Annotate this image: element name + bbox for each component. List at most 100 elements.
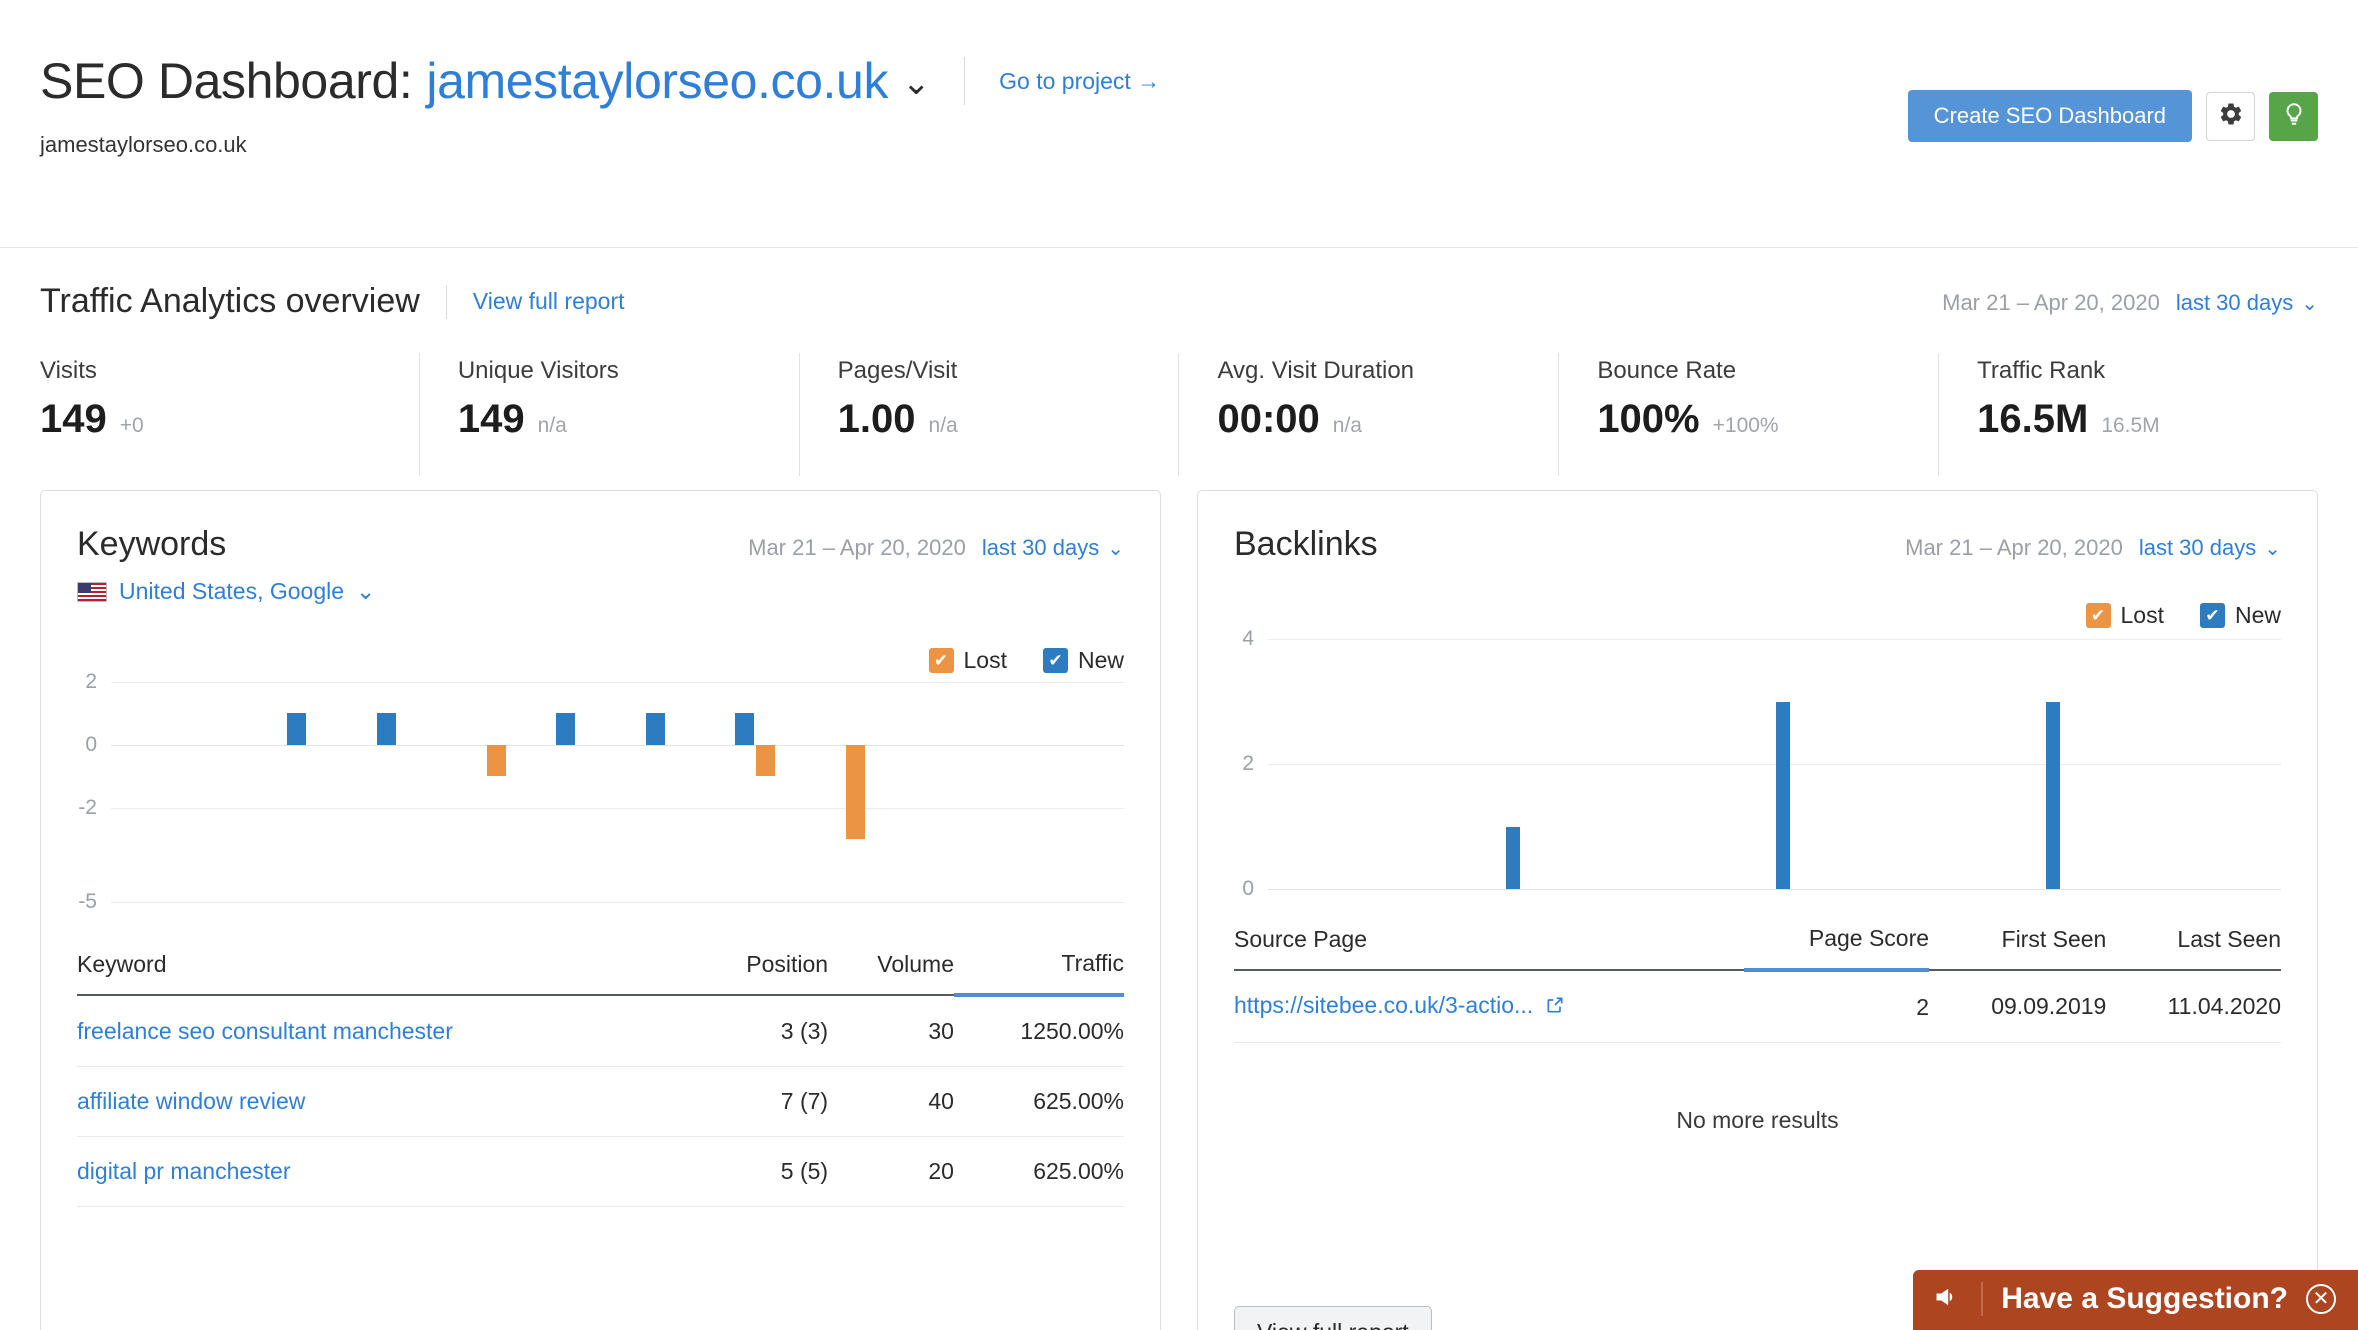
chart-bar[interactable] bbox=[735, 713, 755, 745]
cell-volume: 20 bbox=[828, 1136, 954, 1207]
backlinks-date-range: Mar 21 – Apr 20, 2020 bbox=[1905, 535, 2123, 560]
chart-bar[interactable] bbox=[376, 713, 396, 745]
lightbulb-icon bbox=[2281, 101, 2307, 132]
gridline bbox=[111, 744, 1124, 746]
external-link-icon[interactable] bbox=[1545, 994, 1565, 1021]
gridline bbox=[111, 682, 1124, 683]
chart-bar[interactable] bbox=[756, 744, 776, 777]
source-page-link[interactable]: https://sitebee.co.uk/3-actio... bbox=[1234, 992, 1533, 1018]
chart-bar[interactable] bbox=[286, 713, 306, 745]
keywords-date-range-controls: Mar 21 – Apr 20, 2020 last 30 days ⌄ bbox=[748, 535, 1124, 561]
keywords-table-wrap: Keyword Position Volume Traffic freelanc… bbox=[41, 936, 1160, 1207]
create-seo-dashboard-button[interactable]: Create SEO Dashboard bbox=[1907, 90, 2192, 142]
checkbox-checked-icon: ✔ bbox=[2199, 603, 2225, 628]
table-row: digital pr manchester 5 (5) 20 625.00% bbox=[77, 1136, 1124, 1207]
cell-position: 7 (7) bbox=[693, 1066, 829, 1137]
legend-lost-label: Lost bbox=[963, 647, 1007, 673]
metric-value: 100% bbox=[1597, 397, 1700, 441]
gridline bbox=[1268, 764, 2281, 765]
page-title-domain[interactable]: jamestaylorseo.co.uk bbox=[426, 53, 888, 109]
legend-lost[interactable]: ✔ Lost bbox=[2085, 602, 2164, 629]
col-page-score[interactable]: Page Score bbox=[1743, 911, 1930, 972]
chart-bar[interactable] bbox=[2046, 701, 2061, 889]
metric-delta: +100% bbox=[1712, 414, 1779, 437]
legend-new[interactable]: ✔ New bbox=[1042, 647, 1124, 674]
cards-row: Keywords Mar 21 – Apr 20, 2020 last 30 d… bbox=[0, 490, 2358, 1330]
cell-position: 5 (5) bbox=[693, 1136, 829, 1207]
page-title: SEO Dashboard: jamestaylorseo.co.uk ⌄ bbox=[40, 52, 931, 110]
megaphone-icon bbox=[1931, 1283, 1963, 1316]
keyword-link[interactable]: affiliate window review bbox=[77, 1088, 305, 1114]
traffic-view-full-report-link[interactable]: View full report bbox=[473, 288, 625, 315]
chevron-down-icon: ⌄ bbox=[356, 578, 376, 604]
keyword-link[interactable]: digital pr manchester bbox=[77, 1158, 291, 1184]
cell-keyword: affiliate window review bbox=[77, 1066, 694, 1137]
cell-first-seen: 09.09.2019 bbox=[1929, 970, 2107, 1043]
metric-traffic-rank: Traffic Rank 16.5M 16.5M bbox=[1939, 353, 2318, 476]
metric-label: Unique Visitors bbox=[457, 357, 619, 384]
table-row: freelance seo consultant manchester 3 (3)… bbox=[77, 995, 1124, 1067]
ideas-button[interactable] bbox=[2269, 91, 2318, 141]
legend-lost-label: Lost bbox=[2120, 602, 2164, 628]
metric-delta: n/a bbox=[1332, 414, 1362, 437]
cell-volume: 30 bbox=[828, 995, 954, 1067]
page-title-prefix: SEO Dashboard: bbox=[40, 53, 413, 109]
chart-bar[interactable] bbox=[645, 713, 665, 745]
col-keyword[interactable]: Keyword bbox=[77, 936, 694, 996]
keywords-geo-label: United States, Google bbox=[119, 578, 345, 604]
chevron-down-icon[interactable]: ⌄ bbox=[902, 66, 930, 100]
banner-divider bbox=[1981, 1282, 1984, 1316]
backlinks-view-full-report-button[interactable]: View full report bbox=[1234, 1306, 1432, 1330]
go-to-project-link[interactable]: Go to project → bbox=[999, 68, 1160, 95]
keyword-link[interactable]: freelance seo consultant manchester bbox=[77, 1018, 453, 1044]
checkbox-checked-icon: ✔ bbox=[928, 648, 954, 673]
gridline bbox=[111, 902, 1124, 903]
table-header-row: Keyword Position Volume Traffic bbox=[77, 936, 1124, 997]
y-axis-tick-label: 4 bbox=[1242, 627, 1254, 650]
col-source-page[interactable]: Source Page bbox=[1234, 911, 1744, 971]
legend-lost[interactable]: ✔ Lost bbox=[928, 647, 1007, 674]
col-first-seen[interactable]: First Seen bbox=[1929, 911, 2107, 971]
backlinks-chart: 4 2 0 bbox=[1242, 627, 2281, 900]
table-row: affiliate window review 7 (7) 40 625.00% bbox=[77, 1066, 1124, 1137]
close-circle-icon[interactable]: ✕ bbox=[2306, 1284, 2336, 1314]
keywords-card-header: Keywords Mar 21 – Apr 20, 2020 last 30 d… bbox=[41, 491, 1160, 605]
metric-label: Visits bbox=[40, 357, 97, 384]
chart-bar[interactable] bbox=[1776, 701, 1791, 889]
traffic-analytics-section: Traffic Analytics overview View full rep… bbox=[0, 248, 2358, 476]
metric-delta: +0 bbox=[119, 414, 144, 437]
backlinks-period-selector[interactable]: last 30 days ⌄ bbox=[2139, 535, 2281, 561]
traffic-period-selector[interactable]: last 30 days ⌄ bbox=[2176, 290, 2318, 316]
legend-new[interactable]: ✔ New bbox=[2199, 602, 2281, 629]
chart-bar[interactable] bbox=[846, 744, 866, 840]
keywords-date-range: Mar 21 – Apr 20, 2020 bbox=[748, 535, 966, 560]
chart-bar[interactable] bbox=[487, 744, 507, 777]
metric-avg-visit-duration: Avg. Visit Duration 00:00 n/a bbox=[1179, 353, 1560, 476]
col-last-seen[interactable]: Last Seen bbox=[2106, 911, 2281, 971]
metric-pages-per-visit: Pages/Visit 1.00 n/a bbox=[800, 353, 1180, 476]
y-axis-tick-label: 2 bbox=[85, 670, 97, 693]
chart-bar[interactable] bbox=[1506, 826, 1521, 889]
metrics-row: Visits 149 +0 Unique Visitors 149 n/a Pa… bbox=[40, 353, 2318, 476]
chart-bar[interactable] bbox=[556, 713, 576, 745]
traffic-date-range: Mar 21 – Apr 20, 2020 bbox=[1942, 290, 2160, 315]
keywords-geo-selector[interactable]: United States, Google ⌄ bbox=[77, 578, 1124, 605]
metric-value: 149 bbox=[457, 397, 525, 441]
settings-button[interactable] bbox=[2206, 91, 2255, 141]
traffic-period-label: last 30 days bbox=[2175, 290, 2294, 315]
gridline bbox=[1268, 639, 2281, 640]
cell-traffic: 1250.00% bbox=[953, 995, 1124, 1067]
suggestion-banner[interactable]: Have a Suggestion? ✕ bbox=[1913, 1270, 2358, 1330]
title-divider bbox=[445, 284, 447, 319]
keywords-card: Keywords Mar 21 – Apr 20, 2020 last 30 d… bbox=[40, 490, 1161, 1330]
col-position[interactable]: Position bbox=[693, 936, 829, 996]
col-volume[interactable]: Volume bbox=[828, 936, 954, 996]
cell-position: 3 (3) bbox=[693, 995, 829, 1067]
metric-value: 00:00 bbox=[1217, 397, 1320, 441]
backlinks-table-wrap: Source Page Page Score First Seen Last S… bbox=[1198, 911, 2317, 1134]
keywords-period-selector[interactable]: last 30 days ⌄ bbox=[982, 535, 1124, 561]
checkbox-checked-icon: ✔ bbox=[1042, 648, 1068, 673]
metric-value: 1.00 bbox=[837, 397, 916, 441]
legend-new-label: New bbox=[1077, 647, 1124, 673]
col-traffic[interactable]: Traffic bbox=[953, 936, 1124, 997]
